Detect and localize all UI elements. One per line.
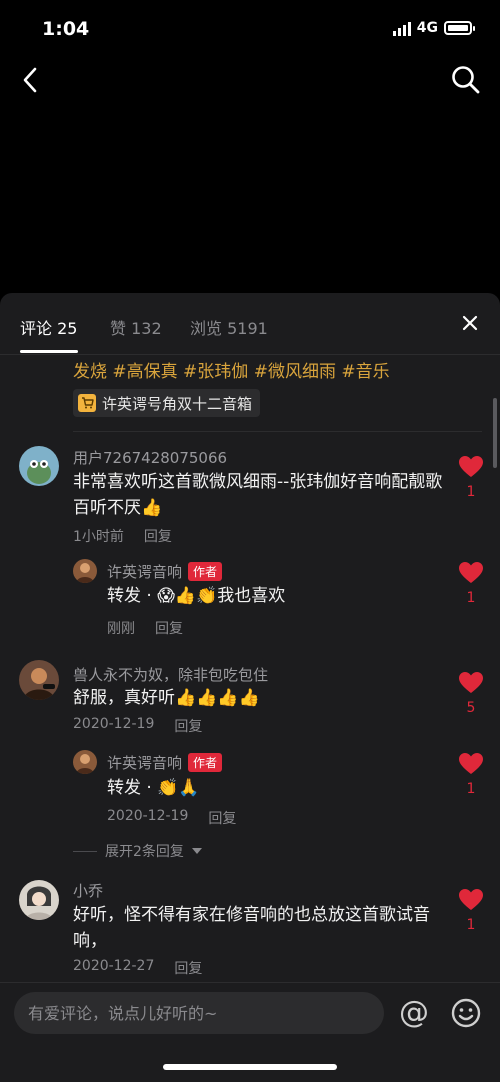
reply-meta: 刚刚 回复 <box>107 618 183 638</box>
expand-replies-button[interactable]: 展开2条回复 <box>73 841 202 861</box>
like-button[interactable]: 1 <box>456 888 486 933</box>
network-label: 4G <box>416 20 438 36</box>
heart-icon <box>459 456 483 477</box>
close-icon <box>462 315 478 331</box>
comment-time: 2020-12-19 <box>73 716 155 732</box>
comment-input[interactable] <box>14 992 384 1034</box>
avatar[interactable] <box>73 559 97 583</box>
comment-input-bar: @ <box>0 982 500 1082</box>
reply-meta: 2020-12-19 回复 <box>107 808 236 828</box>
heart-icon <box>459 753 483 774</box>
author-badge: 作者 <box>188 562 223 581</box>
signal-icon <box>392 20 411 36</box>
status-bar: 1:04 4G <box>0 0 500 60</box>
comment-time: 2020-12-27 <box>73 958 155 974</box>
comment-username[interactable]: 兽人永不为奴，除非包吃包住 <box>73 664 268 685</box>
search-icon <box>452 66 480 94</box>
reply-button[interactable]: 回复 <box>174 716 202 736</box>
scrollbar[interactable] <box>493 398 497 468</box>
comment-tabs: 评论 25 赞 132 浏览 5191 <box>0 293 500 355</box>
reply-time: 刚刚 <box>107 621 135 637</box>
reply-time: 2020-12-19 <box>107 808 189 824</box>
reply-username-text: 许英谔音响 <box>107 563 183 581</box>
at-icon: @ <box>399 995 429 1030</box>
like-button[interactable]: 5 <box>456 671 486 716</box>
mention-button[interactable]: @ <box>396 996 432 1032</box>
tab-views[interactable]: 浏览 5191 <box>190 315 268 339</box>
reply-button[interactable]: 回复 <box>155 618 183 638</box>
status-time: 1:04 <box>42 18 90 40</box>
smiley-icon <box>451 998 481 1028</box>
comment-username[interactable]: 用户7267428075066 <box>73 447 227 468</box>
comment-username[interactable]: 小乔 <box>73 880 103 901</box>
avatar[interactable] <box>19 660 59 700</box>
like-button[interactable]: 1 <box>456 561 486 606</box>
reply-username-text: 许英谔音响 <box>107 754 183 772</box>
search-button[interactable] <box>450 64 482 96</box>
close-button[interactable] <box>458 311 482 335</box>
like-count: 5 <box>466 700 476 716</box>
expand-label: 展开2条回复 <box>105 844 184 860</box>
reply-username[interactable]: 许英谔音响 作者 <box>107 752 223 773</box>
reply-text: 转发 · 👏🙏 <box>107 778 200 798</box>
like-count: 1 <box>466 590 476 606</box>
like-count: 1 <box>466 781 476 797</box>
reply-text: 转发 · 😱👍👏我也喜欢 <box>107 586 286 606</box>
product-name: 许英谔号角双十二音箱 <box>102 394 253 413</box>
comment-meta: 2020-12-27 回复 <box>73 958 202 978</box>
tab-likes[interactable]: 赞 132 <box>110 315 162 339</box>
avatar[interactable] <box>73 750 97 774</box>
author-badge: 作者 <box>188 753 223 772</box>
status-icons: 4G <box>392 20 475 36</box>
reply-username[interactable]: 许英谔音响 作者 <box>107 561 223 582</box>
heart-icon <box>459 889 483 910</box>
like-button[interactable]: 1 <box>456 752 486 797</box>
tab-indicator <box>20 350 78 353</box>
heart-icon <box>459 672 483 693</box>
avatar[interactable] <box>19 880 59 920</box>
divider <box>73 431 482 432</box>
avatar[interactable] <box>19 446 59 486</box>
comment-meta: 1小时前 回复 <box>73 526 172 546</box>
caret-down-icon <box>191 847 202 854</box>
comment-meta: 2020-12-19 回复 <box>73 716 202 736</box>
battery-icon <box>444 21 475 35</box>
cart-icon <box>78 394 96 412</box>
post-hashtags[interactable]: 发烧 #高保真 #张玮伽 #微风细雨 #音乐 <box>73 357 390 382</box>
comment-text: 非常喜欢听这首歌微风细雨--张玮伽好音响配靓歌百听不厌👍 <box>73 472 443 518</box>
reply-button[interactable]: 回复 <box>144 526 172 546</box>
heart-icon <box>459 562 483 583</box>
emoji-button[interactable] <box>450 997 482 1029</box>
product-tag[interactable]: 许英谔号角双十二音箱 <box>73 389 261 417</box>
reply-button[interactable]: 回复 <box>208 808 236 828</box>
tab-comments[interactable]: 评论 25 <box>20 315 77 339</box>
home-indicator <box>163 1064 337 1070</box>
chevron-left-icon <box>23 67 37 93</box>
back-button[interactable] <box>16 64 44 96</box>
like-button[interactable]: 1 <box>456 455 486 500</box>
expand-line <box>73 850 97 852</box>
like-count: 1 <box>466 917 476 933</box>
reply-button[interactable]: 回复 <box>174 958 202 978</box>
comment-text: 好听，怪不得有家在修音响的也总放这首歌试音响， <box>73 905 430 951</box>
comment-time: 1小时前 <box>73 529 124 545</box>
comment-text: 舒服，真好听👍👍👍👍 <box>73 688 260 708</box>
like-count: 1 <box>466 484 476 500</box>
comment-sheet: 评论 25 赞 132 浏览 5191 发烧 #高保真 #张玮伽 #微风细雨 #… <box>0 293 500 1082</box>
